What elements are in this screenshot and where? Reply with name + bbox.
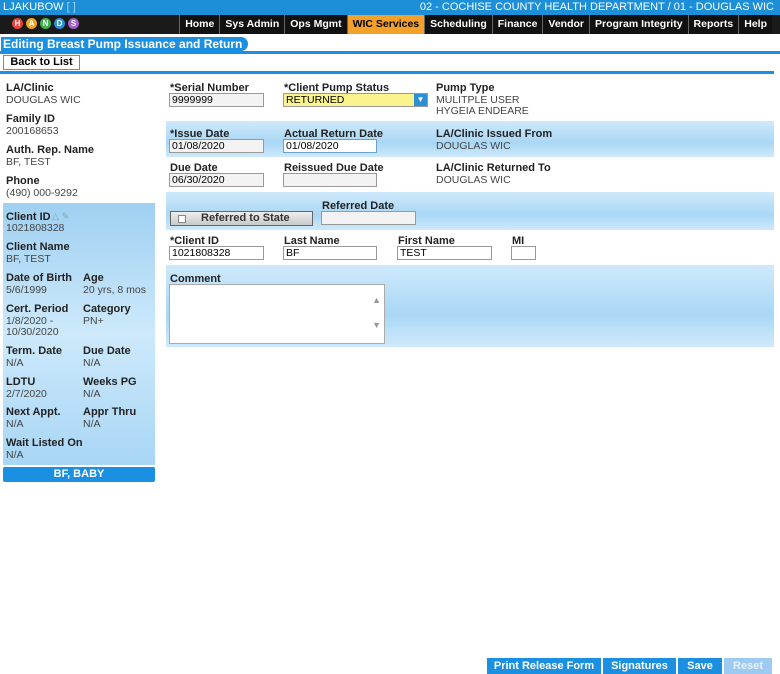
top-bar: LJAKUBOW [ ] 02 - COCHISE COUNTY HEALTH …	[0, 0, 780, 15]
returned-to-value: DOUGLAS WIC	[436, 174, 511, 186]
next-appt-value: N/A	[6, 418, 24, 430]
nav-tab-scheduling[interactable]: Scheduling	[424, 15, 492, 34]
pump-status-select[interactable]: RETURNED ▼	[283, 93, 428, 107]
family-id-value: 200168653	[6, 125, 59, 137]
nav-tab-wic-services[interactable]: WIC Services	[346, 15, 425, 34]
auth-rep-value: BF, TEST	[6, 156, 51, 168]
appr-thru-value: N/A	[83, 418, 101, 430]
user-icon[interactable]: △	[52, 211, 59, 221]
issued-from-value: DOUGLAS WIC	[436, 140, 511, 152]
referred-to-state-button[interactable]: Referred to State	[170, 211, 313, 226]
scroll-down-icon[interactable]: ▼	[372, 320, 381, 330]
return-date-field[interactable]: 01/08/2020	[283, 139, 377, 153]
phone-value: (490) 000-9292	[6, 187, 78, 199]
nav-tab-ops-mgmt[interactable]: Ops Mgmt	[284, 15, 347, 34]
comment-textarea[interactable]: ▲ ▼	[169, 284, 385, 344]
client-name-value: BF, TEST	[6, 253, 51, 265]
issue-date-field[interactable]: 01/08/2020	[169, 139, 264, 153]
client-id-field[interactable]: 1021808328	[169, 246, 264, 260]
referred-date-field[interactable]	[321, 211, 416, 225]
referred-checkbox[interactable]	[178, 215, 186, 223]
nav-tab-vendor[interactable]: Vendor	[542, 15, 590, 34]
back-to-list-button[interactable]: Back to List	[3, 55, 80, 70]
pump-status-value: RETURNED	[286, 94, 345, 106]
weeks-pg-label: Weeks PG	[83, 376, 137, 388]
cert-period-label: Cert. Period	[6, 303, 69, 315]
phone-label: Phone	[6, 175, 40, 187]
logo-letter: H	[12, 18, 23, 29]
family-id-label: Family ID	[6, 113, 55, 125]
logo-letter: N	[40, 18, 51, 29]
scroll-up-icon[interactable]: ▲	[372, 295, 381, 305]
due-date-field[interactable]: 06/30/2020	[169, 173, 264, 187]
pencil-icon[interactable]: ✎	[61, 211, 69, 221]
nav-tab-reports[interactable]: Reports	[687, 15, 739, 34]
la-clinic-value: DOUGLAS WIC	[6, 94, 81, 106]
header-divider	[0, 71, 774, 74]
user-info: LJAKUBOW [ ]	[3, 1, 76, 13]
returned-to-label: LA/Clinic Returned To	[436, 162, 551, 174]
due-date-value: N/A	[83, 357, 101, 369]
last-name-field[interactable]: BF	[283, 246, 377, 260]
print-release-form-button[interactable]: Print Release Form	[487, 658, 601, 674]
serial-number-field[interactable]: 9999999	[169, 93, 264, 107]
reissued-due-date-field[interactable]	[283, 173, 377, 187]
mi-field[interactable]	[511, 246, 536, 260]
session-info[interactable]: [ ]	[67, 1, 76, 13]
wait-listed-label: Wait Listed On	[6, 437, 83, 449]
app-logo: H A N D S	[8, 15, 88, 35]
chevron-down-icon[interactable]: ▼	[414, 94, 427, 106]
nav-tab-finance[interactable]: Finance	[491, 15, 543, 34]
logo-letter: D	[54, 18, 65, 29]
nav-tab-program-integrity[interactable]: Program Integrity	[589, 15, 688, 34]
client-name-label: Client Name	[6, 241, 70, 253]
due-date-label: Due Date	[83, 345, 131, 357]
dob-value: 5/6/1999	[6, 284, 47, 296]
nav-tab-home[interactable]: Home	[179, 15, 220, 34]
save-button[interactable]: Save	[678, 658, 722, 674]
username: LJAKUBOW	[3, 1, 64, 13]
ldtu-value: 2/7/2020	[6, 388, 47, 400]
term-date-value: N/A	[6, 357, 24, 369]
title-divider	[0, 51, 780, 54]
family-member-button[interactable]: BF, BABY	[3, 467, 155, 482]
main-nav: Home Sys Admin Ops Mgmt WIC Services Sch…	[179, 15, 772, 34]
dob-label: Date of Birth	[6, 272, 72, 284]
weeks-pg-value: N/A	[83, 388, 101, 400]
next-appt-label: Next Appt.	[6, 406, 61, 418]
age-value: 20 yrs, 8 mos	[83, 284, 147, 296]
signatures-button[interactable]: Signatures	[603, 658, 676, 674]
page-title: Editing Breast Pump Issuance and Return	[1, 37, 249, 51]
first-name-field[interactable]: TEST	[397, 246, 492, 260]
ldtu-label: LDTU	[6, 376, 36, 388]
term-date-label: Term. Date	[6, 345, 63, 357]
category-value: PN+	[83, 315, 104, 327]
issued-from-label: LA/Clinic Issued From	[436, 128, 553, 140]
la-clinic-label: LA/Clinic	[6, 82, 54, 94]
nav-tab-help[interactable]: Help	[738, 15, 772, 34]
reset-button[interactable]: Reset	[724, 658, 772, 674]
category-label: Category	[83, 303, 131, 315]
nav-tab-sys-admin[interactable]: Sys Admin	[219, 15, 285, 34]
appr-thru-label: Appr Thru	[83, 406, 137, 418]
organization-label: 02 - COCHISE COUNTY HEALTH DEPARTMENT / …	[419, 1, 774, 13]
logo-letter: S	[68, 18, 79, 29]
client-id-icons: △ ✎	[52, 211, 69, 222]
pump-type-label: Pump Type	[436, 82, 495, 94]
pump-model-value: HYGEIA ENDEARE	[436, 105, 529, 117]
auth-rep-label: Auth. Rep. Name	[6, 144, 95, 156]
logo-letter: A	[26, 18, 37, 29]
age-label: Age	[83, 272, 104, 284]
referred-to-state-label: Referred to State	[201, 212, 290, 224]
client-id-value: 1021808328	[6, 222, 65, 234]
wait-listed-value: N/A	[6, 449, 24, 461]
cert-period-end: 10/30/2020	[6, 326, 59, 338]
